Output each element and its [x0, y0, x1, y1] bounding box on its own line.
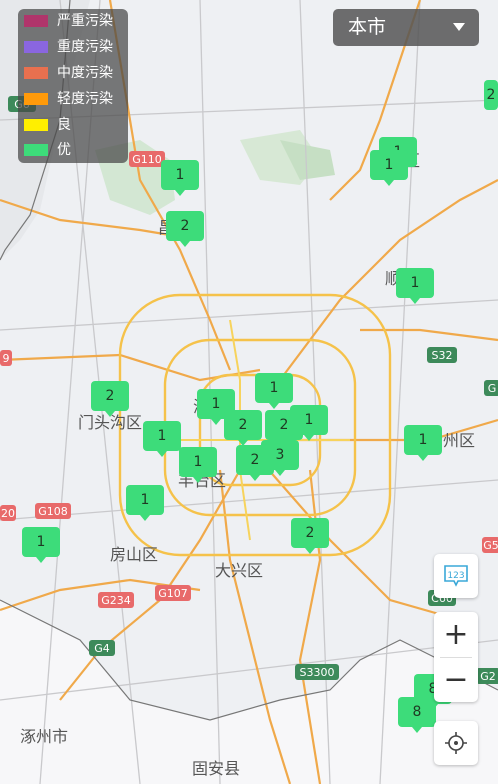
scope-label: 本市	[348, 16, 387, 38]
legend-swatch	[24, 93, 48, 105]
legend-label: 优	[57, 142, 71, 158]
aqi-number-text: 123	[447, 571, 464, 581]
aqi-cluster-marker[interactable]: 1	[126, 485, 164, 521]
aqi-cluster-marker[interactable]: 8	[398, 697, 436, 733]
zoom-out-button[interactable]: −	[434, 657, 478, 702]
aqi-number-icon: 123	[444, 565, 468, 587]
aqi-legend: 严重污染 重度污染 中度污染 轻度污染 良 优	[18, 9, 128, 163]
aqi-cluster-marker[interactable]: 2	[484, 80, 498, 110]
shield-g5: G5	[483, 539, 498, 552]
shield-g4: G4	[94, 642, 110, 655]
locate-button[interactable]	[434, 721, 478, 765]
label-guan: 固安县	[192, 759, 240, 778]
shield-s3300: S3300	[300, 666, 335, 679]
aqi-cluster-marker[interactable]: 1	[370, 150, 408, 186]
aqi-cluster-marker[interactable]: 2	[166, 211, 204, 247]
legend-swatch	[24, 67, 48, 79]
aqi-cluster-marker[interactable]: 1	[404, 425, 442, 461]
legend-label: 轻度污染	[57, 91, 113, 107]
legend-item-heavy: 重度污染	[24, 37, 113, 57]
aqi-cluster-marker[interactable]: 1	[396, 268, 434, 304]
shield-g-right: G	[488, 382, 497, 395]
scope-dropdown[interactable]: 本市	[333, 9, 479, 46]
shield-g2: G2	[480, 670, 496, 683]
aqi-cluster-marker[interactable]: 2	[91, 381, 129, 417]
legend-swatch	[24, 15, 48, 27]
legend-label: 严重污染	[57, 13, 113, 29]
label-daxing: 大兴区	[215, 561, 263, 580]
crosshair-icon	[445, 732, 467, 754]
shield-20: 20	[1, 507, 15, 520]
legend-item-excellent: 优	[24, 140, 71, 160]
legend-swatch	[24, 119, 48, 131]
aqi-cluster-marker[interactable]: 2	[224, 410, 262, 446]
aqi-cluster-marker[interactable]: 1	[255, 373, 293, 409]
caret-down-icon	[453, 23, 465, 31]
zoom-controls: + −	[434, 612, 478, 702]
aqi-number-button[interactable]: 123	[434, 554, 478, 598]
legend-item-good: 良	[24, 115, 71, 135]
aqi-cluster-marker[interactable]: 1	[161, 160, 199, 196]
legend-label: 重度污染	[57, 39, 113, 55]
shield-s32: S32	[432, 349, 453, 362]
aqi-cluster-marker[interactable]: 1	[143, 421, 181, 457]
shield-9: 9	[3, 352, 10, 365]
aqi-cluster-marker[interactable]: 1	[22, 527, 60, 563]
legend-item-severe: 严重污染	[24, 11, 113, 31]
aqi-cluster-marker[interactable]: 3	[261, 440, 299, 476]
legend-swatch	[24, 144, 48, 156]
aqi-cluster-marker[interactable]: 2	[291, 518, 329, 554]
shield-g234: G234	[101, 594, 131, 607]
legend-label: 良	[57, 117, 71, 133]
shield-g107: G107	[158, 587, 188, 600]
label-fangshan: 房山区	[110, 545, 158, 564]
zoom-in-button[interactable]: +	[434, 612, 478, 657]
shield-g110: G110	[132, 153, 162, 166]
aqi-cluster-marker[interactable]: 1	[290, 405, 328, 441]
label-tongzhou: 州区	[443, 431, 475, 450]
legend-item-moderate: 中度污染	[24, 63, 113, 83]
legend-swatch	[24, 41, 48, 53]
aqi-cluster-marker[interactable]: 1	[179, 447, 217, 483]
legend-label: 中度污染	[57, 65, 113, 81]
legend-item-light: 轻度污染	[24, 89, 113, 109]
label-zhuozhou: 涿州市	[20, 727, 68, 746]
shield-g108: G108	[38, 505, 68, 518]
